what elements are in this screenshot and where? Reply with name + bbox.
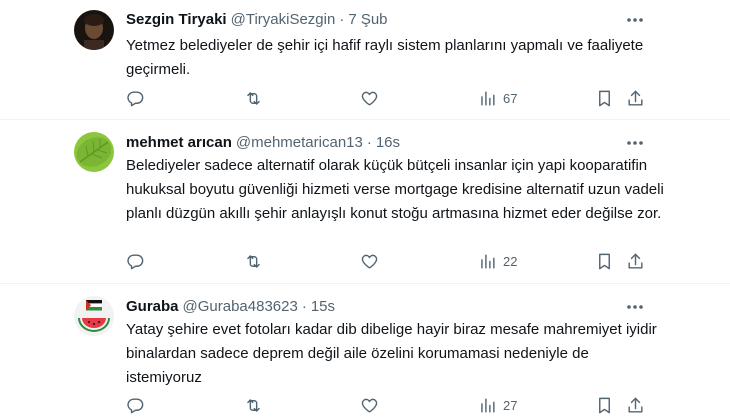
- author-handle[interactable]: @mehmetarican13: [236, 133, 363, 153]
- bookmark-button[interactable]: [595, 394, 614, 416]
- views-button[interactable]: 67: [478, 87, 517, 109]
- reply-button[interactable]: [126, 250, 145, 272]
- reply-icon: [127, 397, 144, 413]
- view-count: 67: [503, 90, 518, 106]
- bookmark-button[interactable]: [595, 87, 614, 109]
- avatar[interactable]: [74, 132, 114, 172]
- tweet-actions: 67: [126, 87, 646, 111]
- view-count: 22: [503, 253, 518, 269]
- retweet-icon: [247, 91, 260, 105]
- views-chart-icon: [481, 90, 495, 106]
- tweet-actions: 27: [126, 394, 646, 418]
- timestamp[interactable]: 16s: [376, 133, 400, 153]
- author-name[interactable]: Guraba: [126, 297, 179, 317]
- share-icon: [628, 253, 643, 269]
- views-button[interactable]: 22: [478, 250, 517, 272]
- author-name[interactable]: Sezgin Tiryaki: [126, 10, 227, 30]
- share-icon: [628, 90, 643, 106]
- tweet-header: Guraba @Guraba483623 · 15s: [126, 297, 335, 317]
- views-chart-icon: [481, 397, 495, 413]
- more-options-button[interactable]: [624, 10, 646, 30]
- more-horizontal-icon: [627, 305, 643, 309]
- like-button[interactable]: [360, 87, 379, 109]
- share-button[interactable]: [626, 87, 645, 109]
- tweet-text: Yatay şehire evet fotoları kadar dib dib…: [126, 321, 657, 386]
- tweet-header: Sezgin Tiryaki @TiryakiSezgin · 7 Şub: [126, 10, 388, 30]
- more-horizontal-icon: [627, 141, 643, 145]
- retweet-icon: [247, 254, 260, 268]
- bookmark-icon: [599, 90, 610, 106]
- avatar[interactable]: [74, 10, 114, 50]
- tweet[interactable]: mehmet arıcan @mehmetarican13 · 16s Bele…: [0, 120, 730, 284]
- tweet[interactable]: Sezgin Tiryaki @TiryakiSezgin · 7 Şub Ye…: [0, 0, 730, 120]
- like-button[interactable]: [360, 394, 379, 416]
- heart-icon: [361, 254, 378, 269]
- tweet-text: Yetmez belediyeler de şehir içi hafif ra…: [126, 37, 644, 78]
- reply-button[interactable]: [126, 87, 145, 109]
- author-name[interactable]: mehmet arıcan: [126, 133, 232, 153]
- share-button[interactable]: [626, 250, 645, 272]
- reply-icon: [127, 253, 144, 269]
- retweet-button[interactable]: [244, 87, 263, 109]
- separator: ·: [301, 298, 307, 315]
- reply-icon: [127, 90, 144, 106]
- tweet-header: mehmet arıcan @mehmetarican13 · 16s: [126, 133, 400, 153]
- timestamp[interactable]: 15s: [311, 297, 335, 317]
- share-icon: [628, 397, 643, 413]
- heart-icon: [361, 91, 378, 106]
- avatar[interactable]: [74, 296, 114, 336]
- reply-button[interactable]: [126, 394, 145, 416]
- view-count: 27: [503, 397, 518, 413]
- heart-icon: [361, 398, 378, 413]
- more-options-button[interactable]: [624, 133, 646, 153]
- bookmark-button[interactable]: [595, 250, 614, 272]
- tweet-text: Belediyeler sadece alternatif olarak küç…: [126, 157, 664, 222]
- timestamp[interactable]: 7 Şub: [348, 10, 387, 30]
- tweet[interactable]: Guraba @Guraba483623 · 15s Yatay şehire …: [0, 284, 730, 420]
- bookmark-icon: [599, 253, 610, 269]
- author-handle[interactable]: @Guraba483623: [183, 297, 298, 317]
- more-horizontal-icon: [627, 18, 643, 22]
- tweet-feed: Sezgin Tiryaki @TiryakiSezgin · 7 Şub Ye…: [0, 0, 730, 420]
- author-handle[interactable]: @TiryakiSezgin: [231, 10, 336, 30]
- views-chart-icon: [481, 253, 495, 269]
- retweet-button[interactable]: [244, 250, 263, 272]
- like-button[interactable]: [360, 250, 379, 272]
- tweet-actions: 22: [126, 250, 646, 274]
- bookmark-icon: [599, 397, 610, 413]
- separator: ·: [339, 11, 345, 28]
- views-button[interactable]: 27: [478, 394, 517, 416]
- more-options-button[interactable]: [624, 297, 646, 317]
- separator: ·: [366, 134, 372, 151]
- share-button[interactable]: [626, 394, 645, 416]
- retweet-button[interactable]: [244, 394, 263, 416]
- retweet-icon: [247, 398, 260, 412]
